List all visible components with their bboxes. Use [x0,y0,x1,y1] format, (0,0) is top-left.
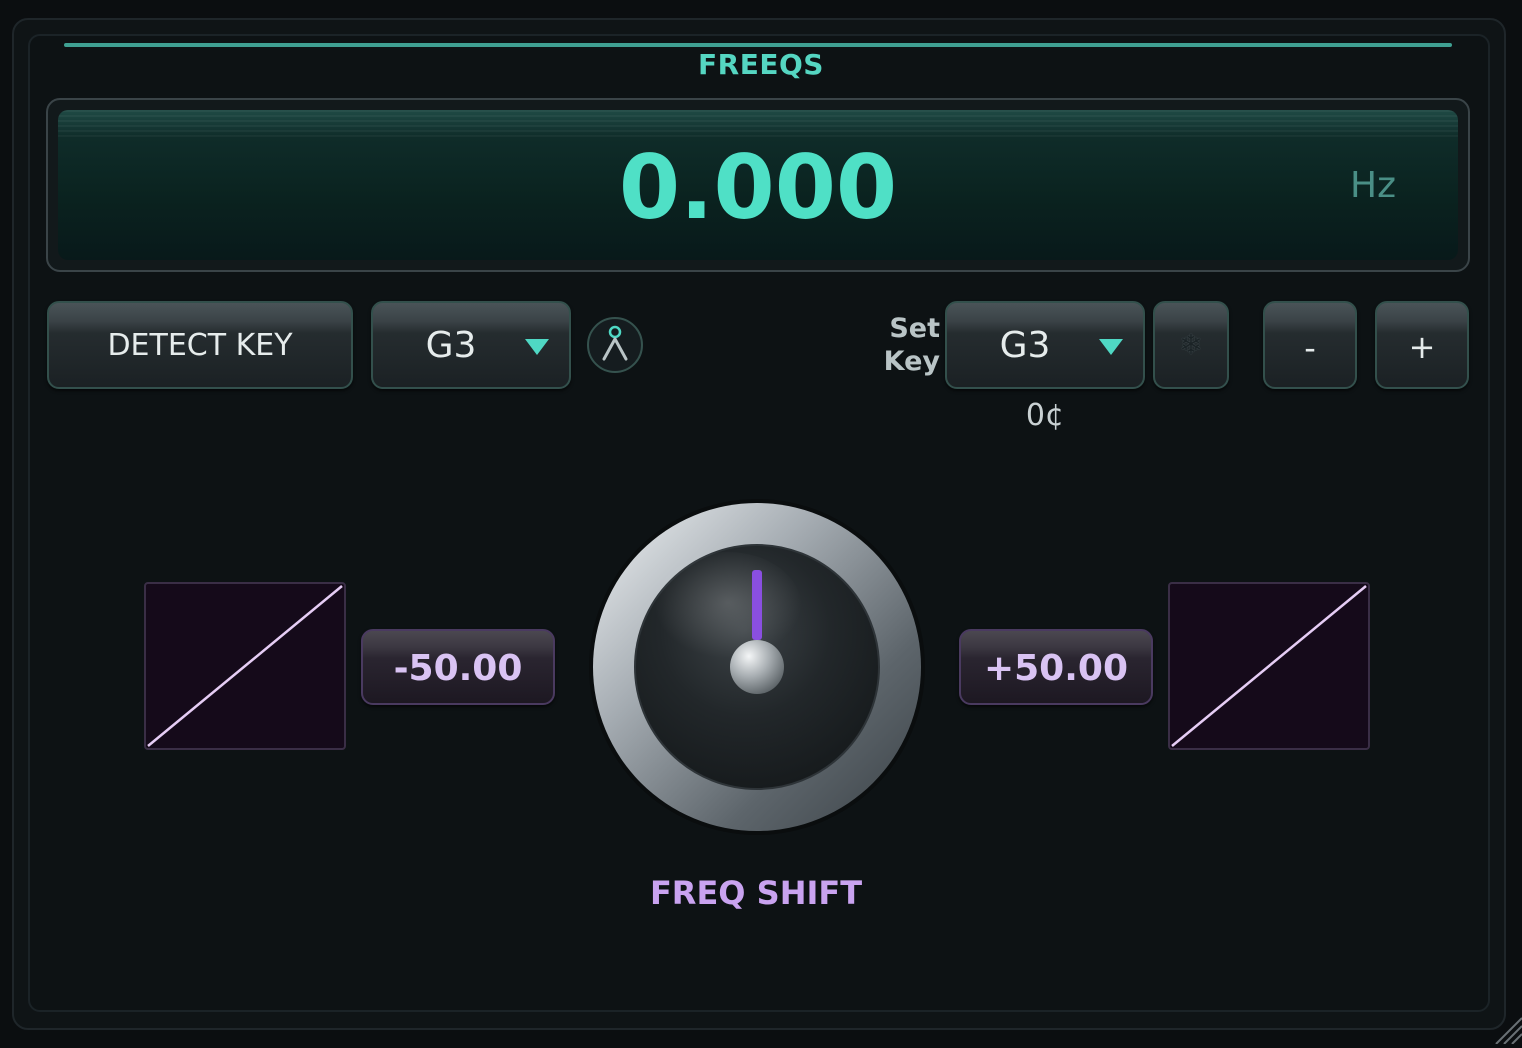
set-key-value: G3 [947,303,1103,387]
resize-grip-icon[interactable] [1482,1004,1522,1044]
set-key-label: Set Key [868,312,940,378]
plugin-title: FREEQS [0,48,1522,81]
freq-shift-max-value[interactable]: +50.00 [959,629,1153,705]
frequency-value: 0.000 [58,138,1458,238]
set-key-label-line2: Key [868,345,940,378]
freeze-button[interactable]: ❄ [1153,301,1229,389]
freq-shift-min-value[interactable]: -50.00 [361,629,555,705]
frequency-display: 0.000 Hz [46,98,1470,272]
max-curve-line [1170,584,1368,748]
knob-graphic [586,496,928,838]
freq-shift-knob[interactable] [586,496,928,838]
set-key-label-line1: Set [868,312,940,345]
set-key-dropdown[interactable]: G3 [945,301,1145,389]
frequency-display-screen: 0.000 Hz [58,110,1458,260]
detect-key-button[interactable]: DETECT KEY [47,301,353,389]
min-curve-display[interactable] [144,582,346,750]
dropdown-arrow-icon [1099,339,1123,355]
cents-readout: 0¢ [945,398,1145,433]
tuning-fork-button[interactable] [587,317,643,373]
title-accent-line [64,43,1452,47]
plus-button[interactable]: + [1375,301,1469,389]
min-curve-line [146,584,344,748]
max-curve-display[interactable] [1168,582,1370,750]
knob-pointer [752,570,762,640]
snowflake-icon: ❄ [1155,303,1227,387]
detected-key-value: G3 [373,303,529,387]
minus-button[interactable]: - [1263,301,1357,389]
freq-shift-label: FREQ SHIFT [0,874,1512,912]
detected-key-dropdown[interactable]: G3 [371,301,571,389]
frequency-unit: Hz [1350,165,1396,206]
dropdown-arrow-icon [525,339,549,355]
tuning-fork-icon [589,319,641,371]
